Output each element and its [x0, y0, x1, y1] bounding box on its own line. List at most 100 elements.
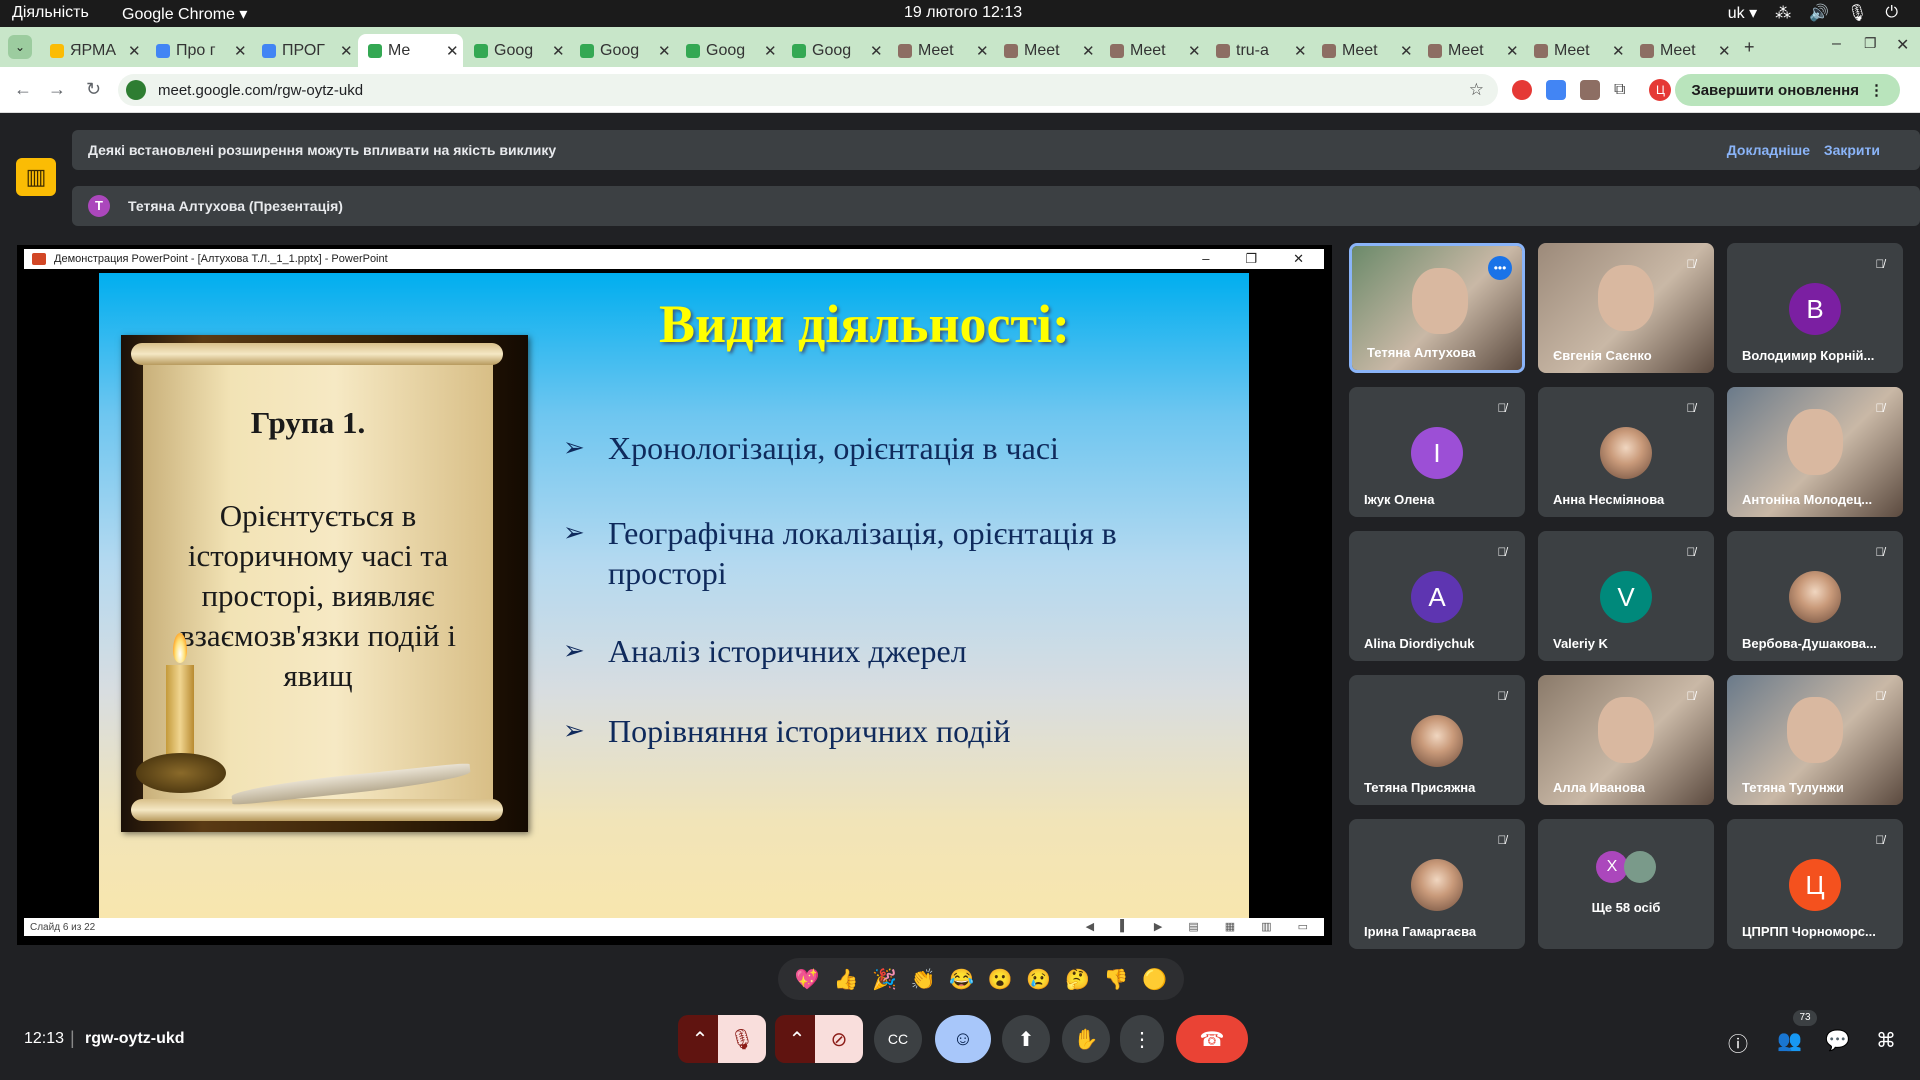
reaction-emoji-button[interactable]: 🤔 — [1065, 967, 1090, 992]
participant-tile[interactable]: 🎙̸ Тетяна Присяжна — [1349, 675, 1525, 805]
participant-tile[interactable]: 🎙̸ Алла Иванова — [1538, 675, 1714, 805]
tab-title: Meet — [1024, 41, 1060, 59]
participant-tile[interactable]: V 🎙̸ Valeriy K — [1538, 531, 1714, 661]
browser-tab[interactable]: Goog ✕ — [676, 34, 781, 67]
tab-close-icon[interactable]: ✕ — [1400, 42, 1413, 60]
browser-tab[interactable]: Goog ✕ — [570, 34, 675, 67]
reaction-emoji-button[interactable]: 💖 — [795, 967, 820, 992]
mic-toggle-button[interactable]: 🎙 — [718, 1015, 766, 1063]
adblock-icon[interactable] — [1512, 80, 1532, 100]
close-banner-link[interactable]: Закрити — [1824, 142, 1880, 158]
reaction-emoji-button[interactable]: 👏 — [911, 967, 936, 992]
browser-tab[interactable]: Me ✕ — [358, 34, 463, 67]
browser-tab[interactable]: Meet ✕ — [1100, 34, 1205, 67]
tab-close-icon[interactable]: ✕ — [1718, 42, 1731, 60]
tab-close-icon[interactable]: ✕ — [1188, 42, 1201, 60]
participant-tile[interactable]: 🎙̸ Ірина Гамаргаєва — [1349, 819, 1525, 949]
video-options-button[interactable]: ⌃ — [775, 1015, 819, 1063]
camera-off-icon: ⊘ — [830, 1028, 848, 1051]
owl-extension-icon[interactable] — [1580, 80, 1600, 100]
keyboard-layout[interactable]: uk ▾ — [1728, 3, 1757, 23]
browser-tab[interactable]: ЯРМА ✕ — [40, 34, 145, 67]
app-menu[interactable]: Google Chrome ▾ — [122, 4, 247, 24]
shared-screen[interactable]: Демонстрация PowerPoint - [Алтухова Т.Л.… — [17, 245, 1332, 945]
extensions-puzzle-icon[interactable]: ⧉ — [1614, 81, 1625, 99]
browser-tab[interactable]: Meet ✕ — [888, 34, 993, 67]
audio-options-button[interactable]: ⌃ — [678, 1015, 722, 1063]
browser-tab[interactable]: tru-a ✕ — [1206, 34, 1311, 67]
url-text[interactable]: meet.google.com/rgw-oytz-ukd — [158, 82, 363, 99]
participant-tile[interactable]: 🎙̸ Анна Несміянова — [1538, 387, 1714, 517]
captions-button[interactable]: CC — [874, 1015, 922, 1063]
reaction-emoji-button[interactable]: 👍 — [833, 967, 858, 992]
more-options-button[interactable]: ⋮ — [1120, 1015, 1164, 1063]
leave-call-button[interactable]: ☎ — [1176, 1015, 1248, 1063]
translate-icon[interactable] — [1546, 80, 1566, 100]
reaction-emoji-button[interactable]: 🟡 — [1142, 967, 1167, 992]
tab-close-icon[interactable]: ✕ — [658, 42, 671, 60]
system-tray[interactable]: uk ▾ ⁂ 🔊 🎙 ⏻ — [1728, 3, 1898, 23]
info-icon[interactable]: ⓘ — [1728, 1028, 1748, 1057]
finish-update-button[interactable]: Завершити оновлення ⋮ — [1675, 74, 1900, 106]
reaction-emoji-button[interactable]: 😮 — [988, 967, 1013, 992]
site-info-icon[interactable] — [126, 80, 146, 100]
tab-close-icon[interactable]: ✕ — [764, 42, 777, 60]
reaction-emoji-button[interactable]: 😂 — [949, 967, 974, 992]
close-window-button[interactable]: ✕ — [1896, 35, 1909, 55]
omnibox[interactable]: meet.google.com/rgw-oytz-ukd ☆ — [118, 74, 1498, 106]
tab-close-icon[interactable]: ✕ — [446, 42, 459, 60]
participant-tile[interactable]: A 🎙̸ Alina Diordiychuk — [1349, 531, 1525, 661]
tab-close-icon[interactable]: ✕ — [552, 42, 565, 60]
tab-search-button[interactable]: ⌄ — [8, 35, 32, 59]
browser-tab[interactable]: Meet ✕ — [1312, 34, 1417, 67]
participant-tile[interactable]: Ц 🎙̸ ЦПРПП Чорноморс... — [1727, 819, 1903, 949]
chat-icon[interactable]: 💬 — [1825, 1028, 1850, 1053]
tab-close-icon[interactable]: ✕ — [1082, 42, 1095, 60]
learn-more-link[interactable]: Докладніше — [1727, 142, 1810, 158]
participant-tile[interactable]: 🎙̸ Тетяна Тулунжи — [1727, 675, 1903, 805]
browser-tab[interactable]: Meet ✕ — [1630, 34, 1735, 67]
browser-tab[interactable]: Goog ✕ — [782, 34, 887, 67]
activities-icon[interactable]: ⌘ — [1876, 1028, 1896, 1053]
tab-close-icon[interactable]: ✕ — [1612, 42, 1625, 60]
participant-tile[interactable]: В 🎙̸ Володимир Корній... — [1727, 243, 1903, 373]
browser-tab[interactable]: Meet ✕ — [1524, 34, 1629, 67]
bookmark-star-icon[interactable]: ☆ — [1469, 80, 1484, 100]
tab-close-icon[interactable]: ✕ — [1294, 42, 1307, 60]
tab-close-icon[interactable]: ✕ — [128, 42, 141, 60]
tab-close-icon[interactable]: ✕ — [976, 42, 989, 60]
browser-tab[interactable]: Meet ✕ — [994, 34, 1099, 67]
participant-tile[interactable]: 🎙̸ Євгенія Саєнко — [1538, 243, 1714, 373]
tab-close-icon[interactable]: ✕ — [870, 42, 883, 60]
browser-tab[interactable]: Про г ✕ — [146, 34, 251, 67]
activities-button[interactable]: Діяльність — [12, 4, 89, 22]
participant-tile[interactable]: 🎙̸ Вербова-Душакова... — [1727, 531, 1903, 661]
camera-toggle-button[interactable]: ⊘ — [815, 1015, 863, 1063]
profile-avatar[interactable]: Ц — [1649, 79, 1672, 101]
reload-icon[interactable]: ↻ — [86, 79, 101, 100]
new-tab-button[interactable]: + — [1744, 37, 1755, 58]
browser-tab[interactable]: Goog ✕ — [464, 34, 569, 67]
participant-tile[interactable]: І 🎙̸ Іжук Олена — [1349, 387, 1525, 517]
browser-tab[interactable]: Meet ✕ — [1418, 34, 1523, 67]
people-icon[interactable]: 👥 — [1777, 1028, 1802, 1053]
reaction-emoji-button[interactable]: 👎 — [1104, 967, 1129, 992]
back-icon[interactable]: ← — [14, 79, 32, 100]
reaction-emoji-button[interactable]: 🎉 — [872, 967, 897, 992]
tab-close-icon[interactable]: ✕ — [234, 42, 247, 60]
building-icon[interactable]: ▥ — [16, 158, 56, 196]
participant-tile[interactable]: ••• Тетяна Алтухова — [1349, 243, 1525, 373]
forward-icon[interactable]: → — [48, 79, 66, 100]
system-clock[interactable]: 19 лютого 12:13 — [904, 4, 1022, 22]
more-participants-tile[interactable]: X Ще 58 осіб — [1538, 819, 1714, 949]
participant-tile[interactable]: 🎙̸ Антоніна Молодец... — [1727, 387, 1903, 517]
browser-tab[interactable]: ПРОГ ✕ — [252, 34, 357, 67]
reaction-emoji-button[interactable]: 😢 — [1026, 967, 1051, 992]
emoji-button[interactable]: ☺ — [935, 1015, 991, 1063]
tab-close-icon[interactable]: ✕ — [1506, 42, 1519, 60]
raise-hand-button[interactable]: ✋ — [1062, 1015, 1110, 1063]
maximize-button[interactable]: ❐ — [1864, 35, 1877, 52]
present-button[interactable]: ⬆ — [1002, 1015, 1050, 1063]
tab-close-icon[interactable]: ✕ — [340, 42, 353, 60]
minimize-button[interactable]: – — [1832, 35, 1841, 53]
